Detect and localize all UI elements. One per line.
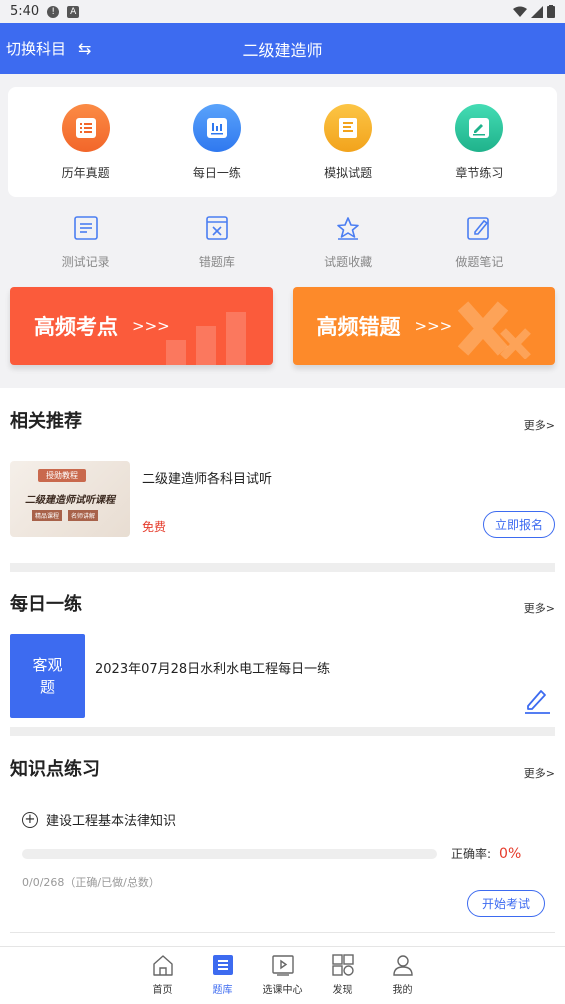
tab-course-center[interactable]: 选课中心 [253,947,313,1004]
switch-subject-button[interactable]: 切换科目 ⇆ [0,38,91,59]
battery-icon [547,5,555,18]
knowledge-point-name: 建设工程基本法律知识 [46,814,177,829]
test-records-label: 测试记录 [61,254,110,269]
app-notification-icon: A [67,5,80,18]
notes-button[interactable]: 做题笔记 [434,215,524,270]
chapter-practice-button[interactable]: 章节练习 [434,103,524,181]
tab-question-bank[interactable]: 题库 [193,947,253,1004]
main-feature-grid: 历年真题 每日一练 模拟试题 章节练习 [8,87,557,197]
test-records-button[interactable]: 测试记录 [41,215,131,270]
thumb-tag-2: 名师讲解 [68,510,99,521]
question-bank-icon [212,955,233,975]
chapter-practice-label: 章节练习 [455,165,504,180]
section-divider [10,563,555,572]
pencil-icon[interactable] [523,686,551,714]
swap-icon: ⇆ [78,39,92,58]
past-exams-button[interactable]: 历年真题 [41,103,131,181]
knowledge-point-row[interactable]: + 建设工程基本法律知识 [0,810,565,829]
tab-question-bank-label: 题库 [212,985,233,996]
objective-question-label: 客观题 [32,656,63,696]
frequent-points-banner[interactable]: 高频考点 >>> [10,287,273,365]
bottom-divider [10,932,555,933]
switch-subject-label: 切换科目 [6,40,67,58]
daily-section-title: 每日一练 [10,594,82,615]
course-thumbnail[interactable]: 授勋教程 二级建造师试听课程 精品课程 名师讲解 [10,461,130,537]
accuracy-label: 正确率: [451,847,492,861]
accuracy-value: 0% [499,845,522,862]
profile-icon [392,955,413,976]
chart-icon [192,103,241,152]
record-icon [73,215,98,240]
tab-discover[interactable]: 发现 [313,947,373,1004]
objective-question-box[interactable]: 客观题 [10,634,85,718]
daily-practice-item: 客观题 2023年07月28日水利水电工程每日一练 [0,634,565,720]
list-icon [61,103,110,152]
frequent-wrong-banner[interactable]: 高频错题 >>> [292,287,555,365]
related-section-title: 相关推荐 [10,410,82,432]
signal-icon [531,5,543,18]
past-exams-label: 历年真题 [61,165,110,180]
cross-decoration-icon [458,301,531,359]
knowledge-stats: 0/0/268（正确/已做/总数） [22,876,160,889]
recommended-course: 授勋教程 二级建造师试听课程 精品课程 名师讲解 二级建造师各科目试听 免费 立… [0,461,565,539]
wifi-icon [513,6,527,17]
daily-practice-label: 每日一练 [192,165,241,180]
frequent-points-label: 高频考点 [34,315,118,339]
knowledge-progress: 正确率: 0% [0,845,565,862]
knowledge-more-link[interactable]: 更多> [524,765,555,781]
bottom-navigation: 首页 题库 选课中心 发现 我的 [0,946,565,1004]
frequent-wrong-label: 高频错题 [316,315,401,339]
frequent-points-arrows: >>> [132,317,170,335]
mock-exam-button[interactable]: 模拟试题 [303,103,393,181]
wrong-questions-button[interactable]: 错题库 [172,215,262,270]
secondary-feature-row: 测试记录 错题库 试题收藏 做题笔记 [0,197,565,287]
status-bar: 5:40 ! A [0,0,565,23]
status-time: 5:40 [10,4,40,19]
wrong-questions-label: 错题库 [198,254,235,269]
notes-label: 做题笔记 [455,254,504,269]
frequent-wrong-arrows: >>> [414,317,453,335]
daily-practice-button[interactable]: 每日一练 [172,103,262,181]
tab-home-label: 首页 [152,985,173,996]
expand-plus-icon[interactable]: + [22,811,38,828]
thumb-title: 二级建造师试听课程 [25,495,115,506]
promo-banners: 高频考点 >>> 高频错题 >>> [0,287,565,387]
start-exam-button[interactable]: 开始考试 [466,890,545,917]
bar-decoration-icon [165,312,246,365]
content-area: 相关推荐 更多> 授勋教程 二级建造师试听课程 精品课程 名师讲解 二级建造师各… [0,388,565,946]
note-icon [467,216,490,240]
progress-track [22,848,437,859]
favorites-label: 试题收藏 [324,254,373,269]
course-title[interactable]: 二级建造师各科目试听 [142,468,555,487]
daily-more-link[interactable]: 更多> [524,600,555,616]
course-price: 免费 [142,520,167,534]
knowledge-section-title: 知识点练习 [10,759,100,780]
thumb-tag-1: 精品课程 [32,510,63,521]
thumb-badge: 授勋教程 [38,469,86,482]
edit-icon [455,103,504,152]
document-icon [324,103,373,152]
course-icon [271,955,294,976]
star-icon [337,216,359,240]
tab-discover-label: 发现 [332,985,353,996]
alert-icon: ! [47,5,60,18]
section-divider [10,727,555,736]
app-header: 切换科目 ⇆ 二级建造师 [0,23,565,74]
tab-profile-label: 我的 [392,985,413,996]
related-more-link[interactable]: 更多> [524,417,555,433]
home-icon [152,955,173,976]
tab-profile[interactable]: 我的 [373,947,433,1004]
mock-exam-label: 模拟试题 [324,165,373,180]
favorites-button[interactable]: 试题收藏 [303,215,393,270]
daily-item-title[interactable]: 2023年07月28日水利水电工程每日一练 [95,658,555,677]
wrong-book-icon [206,215,228,240]
tab-course-center-label: 选课中心 [262,985,303,996]
tab-home[interactable]: 首页 [133,947,193,1004]
discover-icon [331,954,354,976]
enroll-button[interactable]: 立即报名 [482,511,555,538]
